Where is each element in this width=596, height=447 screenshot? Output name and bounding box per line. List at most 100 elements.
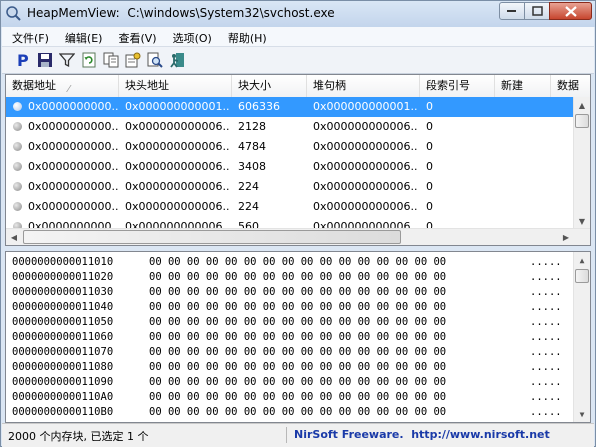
table-row[interactable]: 0x0000000000... 0x000000000006... 3408 0x00… bbox=[6, 157, 576, 177]
hex-bytes: 00 00 00 00 00 00 00 00 00 00 00 00 00 0… bbox=[149, 406, 447, 418]
row-bullet-icon bbox=[13, 202, 22, 211]
scroll-up-icon[interactable]: ▲ bbox=[574, 252, 590, 268]
hex-ascii: ..... bbox=[530, 361, 562, 373]
column-header[interactable]: 块头地址 bbox=[119, 75, 232, 97]
status-bar: 2000 个内存块, 已选定 1 个 NirSoft Freeware. htt… bbox=[2, 423, 594, 447]
cell-data-address: 0x0000000000... bbox=[28, 100, 118, 113]
menu-view[interactable]: 查看(V) bbox=[108, 27, 162, 46]
menu-file[interactable]: 文件(F) bbox=[2, 27, 55, 46]
hex-address: 0000000000011040 bbox=[12, 301, 114, 313]
maximize-icon bbox=[531, 6, 543, 16]
cell-segment-index: 0 bbox=[426, 120, 433, 133]
hex-address: 0000000000011070 bbox=[12, 346, 114, 358]
hex-bytes: 00 00 00 00 00 00 00 00 00 00 00 00 00 0… bbox=[149, 346, 447, 358]
hex-dump-view[interactable]: 0000000000011010 00 00 00 00 00 00 00 00 … bbox=[5, 251, 591, 423]
cell-heap-handle: 0x000000000001... bbox=[313, 100, 417, 113]
cell-segment-index: 0 bbox=[426, 180, 433, 193]
hex-address: 0000000000011010 bbox=[12, 256, 114, 268]
title-bar[interactable]: HeapMemView: C:\windows\System32\svchost… bbox=[1, 1, 595, 27]
row-bullet-icon bbox=[13, 142, 22, 151]
cell-heap-handle: 0x000000000006... bbox=[313, 180, 417, 193]
scroll-down-icon[interactable]: ▼ bbox=[574, 406, 590, 422]
column-header[interactable]: 数据 bbox=[551, 75, 590, 97]
cell-data-address: 0x0000000000... bbox=[28, 180, 118, 193]
column-header[interactable]: 数据地址 ⁄ bbox=[6, 75, 119, 97]
scroll-thumb[interactable] bbox=[575, 269, 589, 283]
find-icon[interactable] bbox=[146, 51, 164, 69]
hex-vertical-scrollbar[interactable]: ▲ ▼ bbox=[573, 252, 590, 422]
refresh-icon[interactable] bbox=[80, 51, 98, 69]
scroll-right-icon[interactable]: ▶ bbox=[558, 229, 574, 245]
table-row[interactable]: 0x0000000000... 0x000000000006... 2128 0x00… bbox=[6, 117, 576, 137]
menu-edit[interactable]: 编辑(E) bbox=[55, 27, 109, 46]
hex-ascii: ..... bbox=[530, 331, 562, 343]
hex-address: 0000000000011080 bbox=[12, 361, 114, 373]
table-row[interactable]: 0x0000000000... 0x000000000006... 4784 0x00… bbox=[6, 137, 576, 157]
exit-icon[interactable] bbox=[168, 51, 186, 69]
cell-block-size: 224 bbox=[238, 200, 259, 213]
close-button[interactable] bbox=[549, 2, 592, 20]
nirsoft-link[interactable]: NirSoft Freeware. http://www.nirsoft.net bbox=[294, 428, 550, 441]
hex-address: 00000000000110A0 bbox=[12, 391, 114, 403]
hex-bytes: 00 00 00 00 00 00 00 00 00 00 00 00 00 0… bbox=[149, 361, 447, 373]
hex-bytes: 00 00 00 00 00 00 00 00 00 00 00 00 00 0… bbox=[149, 286, 447, 298]
scroll-down-icon[interactable]: ▼ bbox=[574, 213, 590, 229]
status-count: 2000 个内存块, 已选定 1 个 bbox=[8, 430, 149, 443]
cell-header-address: 0x000000000006... bbox=[125, 140, 229, 153]
cell-heap-handle: 0x000000000006... bbox=[313, 160, 417, 173]
hex-bytes: 00 00 00 00 00 00 00 00 00 00 00 00 00 0… bbox=[149, 391, 447, 403]
cell-header-address: 0x000000000006... bbox=[125, 160, 229, 173]
row-bullet-icon bbox=[13, 102, 22, 111]
menu-options[interactable]: 选项(O) bbox=[163, 27, 218, 46]
table-row[interactable]: 0x0000000000... 0x000000000006... 224 0x000… bbox=[6, 197, 576, 217]
main-window: HeapMemView: C:\windows\System32\svchost… bbox=[0, 0, 596, 447]
sort-arrow-icon: ⁄ bbox=[68, 84, 70, 95]
minimize-button[interactable] bbox=[499, 2, 525, 20]
column-header[interactable]: 新建 bbox=[495, 75, 551, 97]
menu-help[interactable]: 帮助(H) bbox=[218, 27, 273, 46]
app-name: HeapMemView: bbox=[27, 6, 120, 20]
column-header[interactable]: 段索引号 bbox=[420, 75, 495, 97]
hex-ascii: ..... bbox=[530, 316, 562, 328]
table-row[interactable]: 0x0000000000... 0x000000000001... 606336 0x… bbox=[6, 97, 576, 117]
scroll-left-icon[interactable]: ◀ bbox=[6, 229, 22, 245]
maximize-button[interactable] bbox=[524, 2, 550, 20]
heap-block-list[interactable]: 数据地址 ⁄ 块头地址 块大小 堆句柄 段索引号 新建 数据 0x00000000… bbox=[5, 74, 591, 246]
process-p-icon[interactable]: P bbox=[14, 51, 32, 69]
cell-header-address: 0x000000000006... bbox=[125, 200, 229, 213]
cell-segment-index: 0 bbox=[426, 200, 433, 213]
column-header[interactable]: 堆句柄 bbox=[307, 75, 420, 97]
hex-bytes: 00 00 00 00 00 00 00 00 00 00 00 00 00 0… bbox=[149, 376, 447, 388]
scroll-up-icon[interactable]: ▲ bbox=[574, 97, 590, 113]
list-vertical-scrollbar[interactable]: ▲ ▼ bbox=[573, 97, 590, 229]
hex-address: 0000000000011060 bbox=[12, 331, 114, 343]
cell-segment-index: 0 bbox=[426, 160, 433, 173]
properties-icon[interactable] bbox=[124, 51, 142, 69]
window-title: HeapMemView: C:\windows\System32\svchost… bbox=[27, 6, 335, 20]
cell-header-address: 0x000000000006... bbox=[125, 120, 229, 133]
scroll-thumb[interactable] bbox=[23, 230, 401, 244]
hex-ascii: ..... bbox=[530, 391, 562, 403]
hex-ascii: ..... bbox=[530, 256, 562, 268]
list-horizontal-scrollbar[interactable]: ◀ ▶ bbox=[6, 228, 590, 245]
hex-bytes: 00 00 00 00 00 00 00 00 00 00 00 00 00 0… bbox=[149, 256, 447, 268]
hex-ascii: ..... bbox=[530, 376, 562, 388]
cell-segment-index: 0 bbox=[426, 140, 433, 153]
cell-heap-handle: 0x000000000006... bbox=[313, 200, 417, 213]
column-header[interactable]: 块大小 bbox=[232, 75, 307, 97]
column-header-label: 数据地址 bbox=[12, 79, 56, 92]
hex-address: 0000000000011020 bbox=[12, 271, 114, 283]
process-path: C:\windows\System32\svchost.exe bbox=[127, 6, 335, 20]
copy-icon[interactable] bbox=[102, 51, 120, 69]
filter-icon[interactable] bbox=[58, 51, 76, 69]
scroll-thumb[interactable] bbox=[575, 114, 589, 128]
hex-bytes: 00 00 00 00 00 00 00 00 00 00 00 00 00 0… bbox=[149, 271, 447, 283]
cell-heap-handle: 0x000000000006... bbox=[313, 140, 417, 153]
cell-block-size: 2128 bbox=[238, 120, 266, 133]
close-icon bbox=[564, 5, 577, 17]
table-row[interactable]: 0x0000000000... 0x000000000006... 224 0x000… bbox=[6, 177, 576, 197]
save-icon[interactable] bbox=[36, 51, 54, 69]
cell-data-address: 0x0000000000... bbox=[28, 160, 118, 173]
hex-address: 0000000000011090 bbox=[12, 376, 114, 388]
cell-heap-handle: 0x000000000006... bbox=[313, 120, 417, 133]
